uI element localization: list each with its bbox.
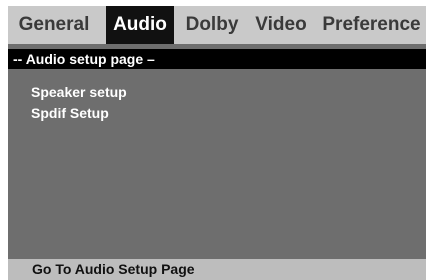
- menu-item-speaker-setup[interactable]: Speaker setup: [31, 82, 127, 103]
- tab-dolby[interactable]: Dolby: [180, 6, 244, 44]
- tab-video[interactable]: Video: [250, 6, 312, 44]
- tab-audio[interactable]: Audio: [106, 6, 174, 44]
- page-title: -- Audio setup page –: [8, 49, 426, 69]
- tab-general[interactable]: General: [8, 6, 100, 44]
- setup-menu: General Audio Dolby Video Preference -- …: [8, 6, 426, 280]
- menu-item-spdif-setup[interactable]: Spdif Setup: [31, 103, 127, 124]
- tab-preference[interactable]: Preference: [317, 6, 426, 44]
- tab-bar: General Audio Dolby Video Preference: [8, 6, 426, 44]
- audio-options-list: Speaker setup Spdif Setup: [31, 82, 127, 124]
- status-bar: Go To Audio Setup Page: [8, 259, 426, 280]
